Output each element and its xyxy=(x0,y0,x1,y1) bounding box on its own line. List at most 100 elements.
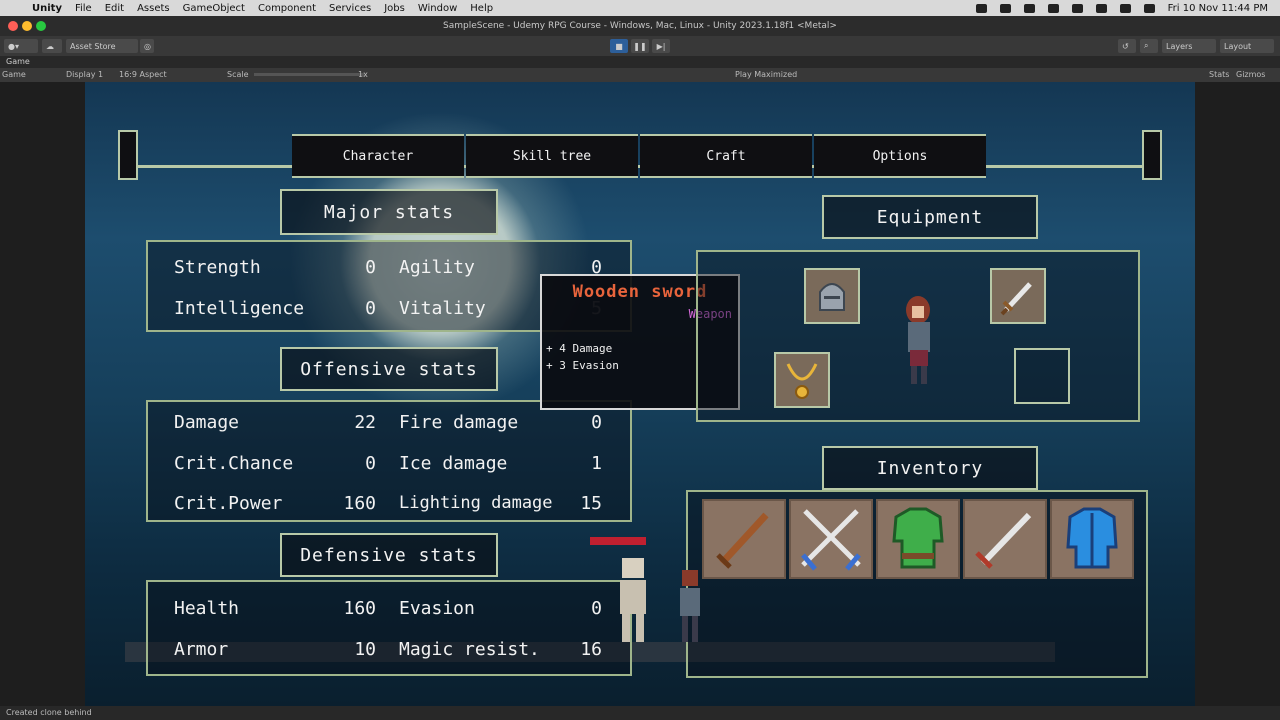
green-armor-icon xyxy=(892,507,944,569)
skeleton-enemy-sprite[interactable] xyxy=(606,550,666,646)
stat-intelligence-label: Intelligence xyxy=(174,298,305,319)
stat-lighting-damage-label: Lighting damage xyxy=(399,493,553,513)
tab-character-label: Character xyxy=(342,148,414,164)
wifi-icon[interactable] xyxy=(1095,3,1107,13)
stat-magic-resist-label: Magic resist. xyxy=(399,639,540,660)
tab-skill-tree[interactable]: Skill tree xyxy=(466,134,638,178)
asset-store-button[interactable]: Asset Store xyxy=(66,39,138,53)
close-window-icon[interactable] xyxy=(8,21,18,31)
search-icon[interactable] xyxy=(1119,3,1131,13)
menu-help[interactable]: Help xyxy=(470,3,493,14)
amulet-icon xyxy=(786,363,818,399)
stat-ice-damage-label: Ice damage xyxy=(399,453,508,474)
stat-crit-chance-label: Crit.Chance xyxy=(174,453,294,474)
package-icon[interactable]: ◎ xyxy=(140,39,154,53)
stat-evasion-value: 0 xyxy=(591,598,602,619)
major-stats-title: Major stats xyxy=(323,201,455,223)
equip-slot-amulet[interactable] xyxy=(774,352,830,408)
tab-game[interactable]: Game xyxy=(6,57,30,66)
tab-skill-tree-label: Skill tree xyxy=(512,148,592,164)
moon-icon[interactable] xyxy=(1071,3,1083,13)
stat-evasion-label: Evasion xyxy=(399,598,475,619)
defensive-stats-header: Defensive stats xyxy=(280,533,498,577)
stat-fire-damage-label: Fire damage xyxy=(399,412,519,433)
gizmos-button[interactable]: Gizmos xyxy=(1236,70,1265,79)
inventory-slot-1[interactable] xyxy=(702,499,786,579)
clock[interactable]: Fri 10 Nov 11:44 PM xyxy=(1168,3,1268,14)
inventory-slot-4[interactable] xyxy=(963,499,1047,579)
asset-store-label: Asset Store xyxy=(70,41,116,51)
menu-edit[interactable]: Edit xyxy=(105,3,124,14)
mac-menubar: Unity File Edit Assets GameObject Compon… xyxy=(0,0,1280,16)
menu-window[interactable]: Window xyxy=(418,3,457,14)
tab-craft[interactable]: Craft xyxy=(640,134,812,178)
layout-dropdown[interactable]: Layout xyxy=(1220,39,1274,53)
layers-dropdown[interactable]: Layers xyxy=(1162,39,1216,53)
sword-icon xyxy=(975,512,1032,569)
defensive-stats-panel xyxy=(146,580,632,676)
stat-crit-power-value: 160 xyxy=(343,493,376,514)
menu-app-unity[interactable]: Unity xyxy=(32,3,62,14)
player-sprite[interactable] xyxy=(670,566,710,646)
inventory-slot-5[interactable] xyxy=(1050,499,1134,579)
menu-component[interactable]: Component xyxy=(258,3,316,14)
stat-lighting-damage-value: 15 xyxy=(580,493,602,514)
status-icon[interactable] xyxy=(975,3,987,13)
menu-file[interactable]: File xyxy=(75,3,92,14)
wooden-sword-icon xyxy=(716,512,769,569)
stat-damage-label: Damage xyxy=(174,412,240,433)
equip-slot-weapon[interactable] xyxy=(990,268,1046,324)
stat-agility-label: Agility xyxy=(399,257,475,278)
menu-services[interactable]: Services xyxy=(329,3,371,14)
inventory-slot-3[interactable] xyxy=(876,499,960,579)
tab-character[interactable]: Character xyxy=(292,134,464,178)
scale-slider[interactable] xyxy=(254,73,364,76)
layout-label: Layout xyxy=(1224,41,1252,51)
play-button[interactable]: ■ xyxy=(610,39,628,53)
game-mode-dropdown[interactable]: Game xyxy=(2,70,26,79)
aspect-dropdown[interactable]: 16:9 Aspect xyxy=(119,70,167,79)
battery-icon[interactable] xyxy=(1047,3,1059,13)
equipment-title: Equipment xyxy=(876,206,984,228)
tab-options[interactable]: Options xyxy=(814,134,986,178)
unity-toolbar: ●▾ ☁ Asset Store ◎ ■ ❚❚ ▶| ↺ ⌕ Layers La… xyxy=(0,36,1280,56)
stat-armor-value: 10 xyxy=(354,639,376,660)
step-button[interactable]: ▶| xyxy=(652,39,670,53)
offensive-stats-title: Offensive stats xyxy=(300,358,478,380)
inventory-slot-2[interactable] xyxy=(789,499,873,579)
player-character-preview xyxy=(906,296,930,384)
bluetooth-icon[interactable] xyxy=(1023,3,1035,13)
minimize-window-icon[interactable] xyxy=(22,21,32,31)
display-dropdown[interactable]: Display 1 xyxy=(66,70,103,79)
stat-crit-chance-value: 0 xyxy=(365,453,376,474)
dropbox-icon[interactable] xyxy=(999,3,1011,13)
pause-button[interactable]: ❚❚ xyxy=(631,39,649,53)
cloud-icon[interactable]: ☁ xyxy=(42,39,62,53)
game-view-toolbar: Game Display 1 16:9 Aspect Scale 1x Play… xyxy=(0,68,1280,82)
menu-gameobject[interactable]: GameObject xyxy=(183,3,245,14)
equip-slot-helmet[interactable] xyxy=(804,268,860,324)
stat-vitality-label: Vitality xyxy=(399,298,486,319)
stat-ice-damage-value: 1 xyxy=(591,453,602,474)
equip-slot-empty[interactable] xyxy=(1014,348,1070,404)
history-icon[interactable]: ↺ xyxy=(1118,39,1136,53)
control-center-icon[interactable] xyxy=(1143,3,1155,13)
menu-jobs[interactable]: Jobs xyxy=(384,3,405,14)
maximize-window-icon[interactable] xyxy=(36,21,46,31)
layers-label: Layers xyxy=(1166,41,1193,51)
offensive-stats-header: Offensive stats xyxy=(280,347,498,391)
stats-button[interactable]: Stats xyxy=(1209,70,1229,79)
account-button[interactable]: ●▾ xyxy=(4,39,38,53)
stat-damage-value: 22 xyxy=(354,412,376,433)
rail-right-post xyxy=(1142,130,1162,180)
stat-health-label: Health xyxy=(174,598,240,619)
inventory-title: Inventory xyxy=(876,457,984,479)
stat-strength-value: 0 xyxy=(365,257,376,278)
inventory-header: Inventory xyxy=(822,446,1038,490)
window-title: SampleScene - Udemy RPG Course - Windows… xyxy=(443,21,837,31)
stat-crit-power-label: Crit.Power xyxy=(174,493,283,514)
menu-assets[interactable]: Assets xyxy=(137,3,170,14)
rail-left-post xyxy=(118,130,138,180)
play-mode-dropdown[interactable]: Play Maximized xyxy=(735,70,797,79)
toolbar-search-icon[interactable]: ⌕ xyxy=(1140,39,1158,53)
